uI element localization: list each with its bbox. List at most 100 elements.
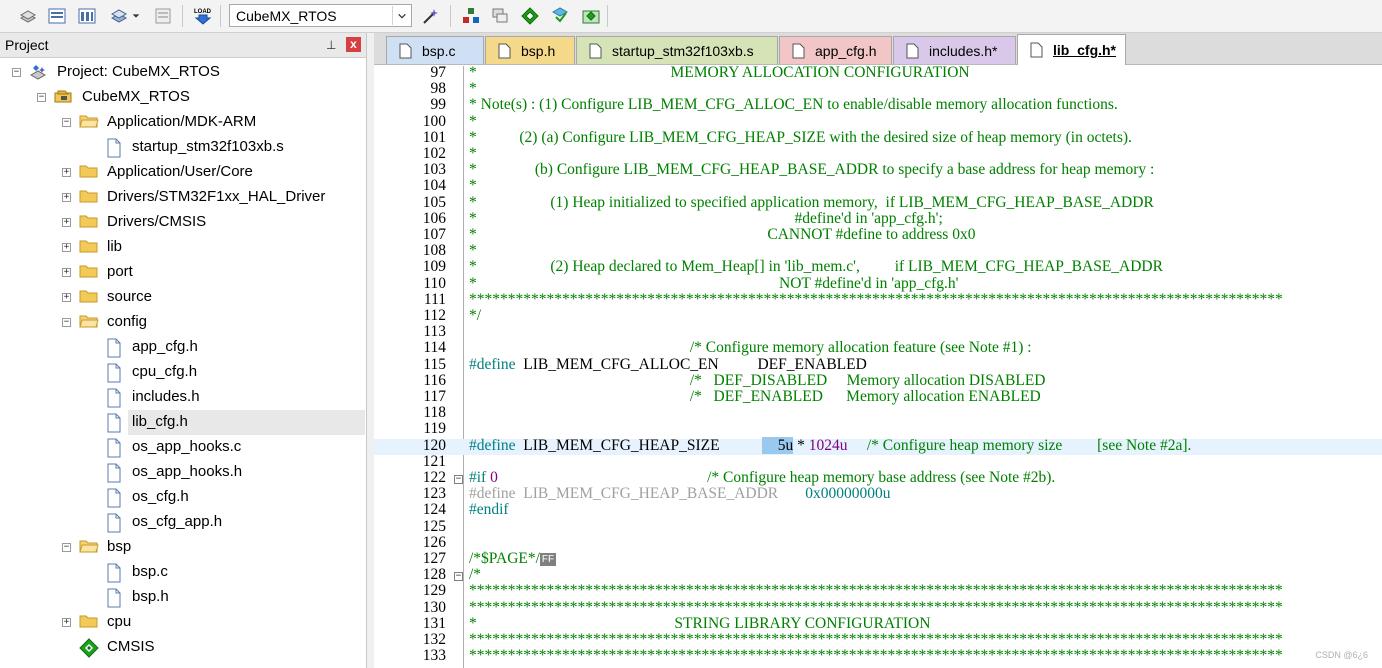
file-extensions-icon[interactable] [488,4,512,28]
tree-item[interactable] [0,635,365,660]
code-token: * #define'd in 'app_cfg.h'; [469,209,943,227]
translate-icon[interactable] [16,4,40,28]
code-token: * [469,177,477,195]
tab-label: bsp.h [521,42,556,59]
expand-icon[interactable]: + [62,293,71,302]
chevron-down-icon[interactable] [130,4,142,28]
tree-item-label: bsp.h [132,588,169,605]
code-token: * [469,242,477,260]
manage-components-icon[interactable] [459,4,483,28]
fold-collapse-icon[interactable]: − [454,475,463,484]
tree-item-label: cpu_cfg.h [132,363,198,380]
code-text[interactable]: ****************************************… [469,647,1283,665]
stop-build-icon[interactable] [151,4,175,28]
pin-icon[interactable]: ⊥ [326,38,336,52]
project-panel-title: Project [5,37,49,53]
code-text[interactable]: */ [469,307,481,325]
target-options-wand-icon[interactable] [419,4,443,28]
tree-item-label: includes.h [132,388,200,405]
tab-includes-h[interactable]: includes.h* [893,36,1016,64]
code-token: * NOT #define'd in 'app_cfg.h' [469,274,959,292]
tree-item-label: startup_stm32f103xb.s [132,138,284,155]
collapse-icon[interactable]: − [62,543,71,552]
batch-build-icon[interactable] [107,4,131,28]
code-text[interactable]: * Note(s) : (1) Configure LIB_MEM_CFG_AL… [469,96,1118,114]
code-token: /*$PAGE*/ [469,550,540,567]
code-text[interactable]: /*$PAGE*/FF [469,550,557,568]
code-text[interactable]: #endif [469,501,509,519]
code-text[interactable]: /* DEF_ENABLED Memory allocation ENABLED [469,388,1041,406]
tree-item-label: cpu [107,613,132,630]
folder-open-icon [79,538,99,559]
tab-lib-cfg-h[interactable]: lib_cfg.h* [1017,34,1126,65]
code-text[interactable]: #define LIB_MEM_CFG_HEAP_BASE_ADDR 0x000… [469,485,891,503]
fold-collapse-icon[interactable]: − [454,572,463,582]
expand-icon[interactable]: + [62,218,71,227]
tree-item-label: os_cfg_app.h [132,513,223,530]
code-text[interactable]: #define LIB_MEM_CFG_HEAP_SIZE 5u * 1024u… [469,436,1191,455]
tab-label: bsp.c [422,42,456,59]
code-area[interactable]: 97 * MEMORY ALLOCATION CONFIGURATION 98 * 99… [374,66,1382,668]
collapse-icon[interactable]: − [37,93,46,102]
expand-icon[interactable]: + [62,618,71,627]
expand-icon[interactable]: + [62,268,71,277]
target-icon [53,88,73,111]
code-token: * (2) Heap declared to Mem_Heap[] in 'li… [469,258,1163,276]
code-token: ****************************************… [469,647,1283,665]
code-text[interactable]: * MEMORY ALLOCATION CONFIGURATION [469,66,970,82]
tab-bsp-h[interactable]: bsp.h [485,36,575,64]
editor: bsp.c bsp.h startup_stm32f103xb.s app_cfg.h… [374,33,1382,668]
collapse-icon[interactable]: − [12,68,21,77]
tree-item-label: Project: CubeMX_RTOS [57,63,220,80]
load-download-icon[interactable]: LOAD [191,4,215,28]
folder-open-icon [79,113,99,134]
code-token: * [469,145,477,162]
pack-install-box-icon[interactable] [579,4,603,28]
tree-item-label: os_app_hooks.h [132,463,243,480]
code-token: LIB_MEM_CFG_ALLOC_EN DEF_ENABLED [515,355,867,373]
tab-startup-stm32f103xb-s[interactable]: startup_stm32f103xb.s [576,36,778,64]
rebuild-icon[interactable] [75,4,99,28]
expand-icon[interactable]: + [62,243,71,252]
tree-item[interactable] [0,235,365,260]
tree-item-label: Drivers/STM32F1xx_HAL_Driver [107,188,326,205]
close-icon[interactable]: x [346,37,361,52]
select-packs-icon[interactable] [548,4,572,28]
tree-item-label: config [107,313,148,330]
code-line: 125 [374,518,1382,536]
tree-item[interactable] [0,285,365,310]
tree-item[interactable] [0,610,365,635]
pack-installer-diamond-icon[interactable] [518,4,542,28]
tree-item[interactable] [0,585,365,610]
chevron-down-icon[interactable] [392,6,410,25]
code-text[interactable]: ****************************************… [469,291,1283,309]
code-token: #endif [469,501,509,519]
tree-item-label: CMSIS [107,638,155,655]
code-line: 111 *************************************… [374,291,1382,309]
code-line: 117 /* DEF_ENABLED Memory allocation ENA… [374,388,1382,406]
code-token: /* Configure memory allocation feature (… [469,339,1032,357]
tree-item-label: app_cfg.h [132,338,198,355]
main-toolbar: LOAD CubeMX_RTOS [0,0,1382,33]
collapse-icon[interactable]: − [62,318,71,327]
collapse-icon[interactable]: − [62,118,71,127]
tree-item[interactable] [0,260,365,285]
target-select[interactable]: CubeMX_RTOS [229,4,412,27]
tab-bsp-c[interactable]: bsp.c [386,36,484,64]
code-token: * Note(s) : (1) Configure LIB_MEM_CFG_AL… [469,96,1118,114]
build-icon[interactable] [45,4,69,28]
tree-item[interactable] [0,310,365,335]
tree-item-label: Application/User/Core [107,163,253,180]
code-text[interactable]: * (2) (a) Configure LIB_MEM_CFG_HEAP_SIZ… [469,129,1132,147]
code-line: 127/*$PAGE*/FF [374,550,1382,568]
tree-item[interactable] [0,535,365,560]
code-text[interactable]: * CANNOT #define to address 0x0 [469,226,975,244]
folder-icon [79,213,99,234]
target-select-value: CubeMX_RTOS [236,8,337,24]
code-text[interactable]: * (b) Configure LIB_MEM_CFG_HEAP_BASE_AD… [469,161,1154,179]
tab-app-cfg-h[interactable]: app_cfg.h [779,36,892,64]
tree-item[interactable] [0,560,365,585]
editor-tab-bar: bsp.c bsp.h startup_stm32f103xb.s app_cfg.h… [374,33,1382,65]
expand-icon[interactable]: + [62,193,71,202]
expand-icon[interactable]: + [62,168,71,177]
